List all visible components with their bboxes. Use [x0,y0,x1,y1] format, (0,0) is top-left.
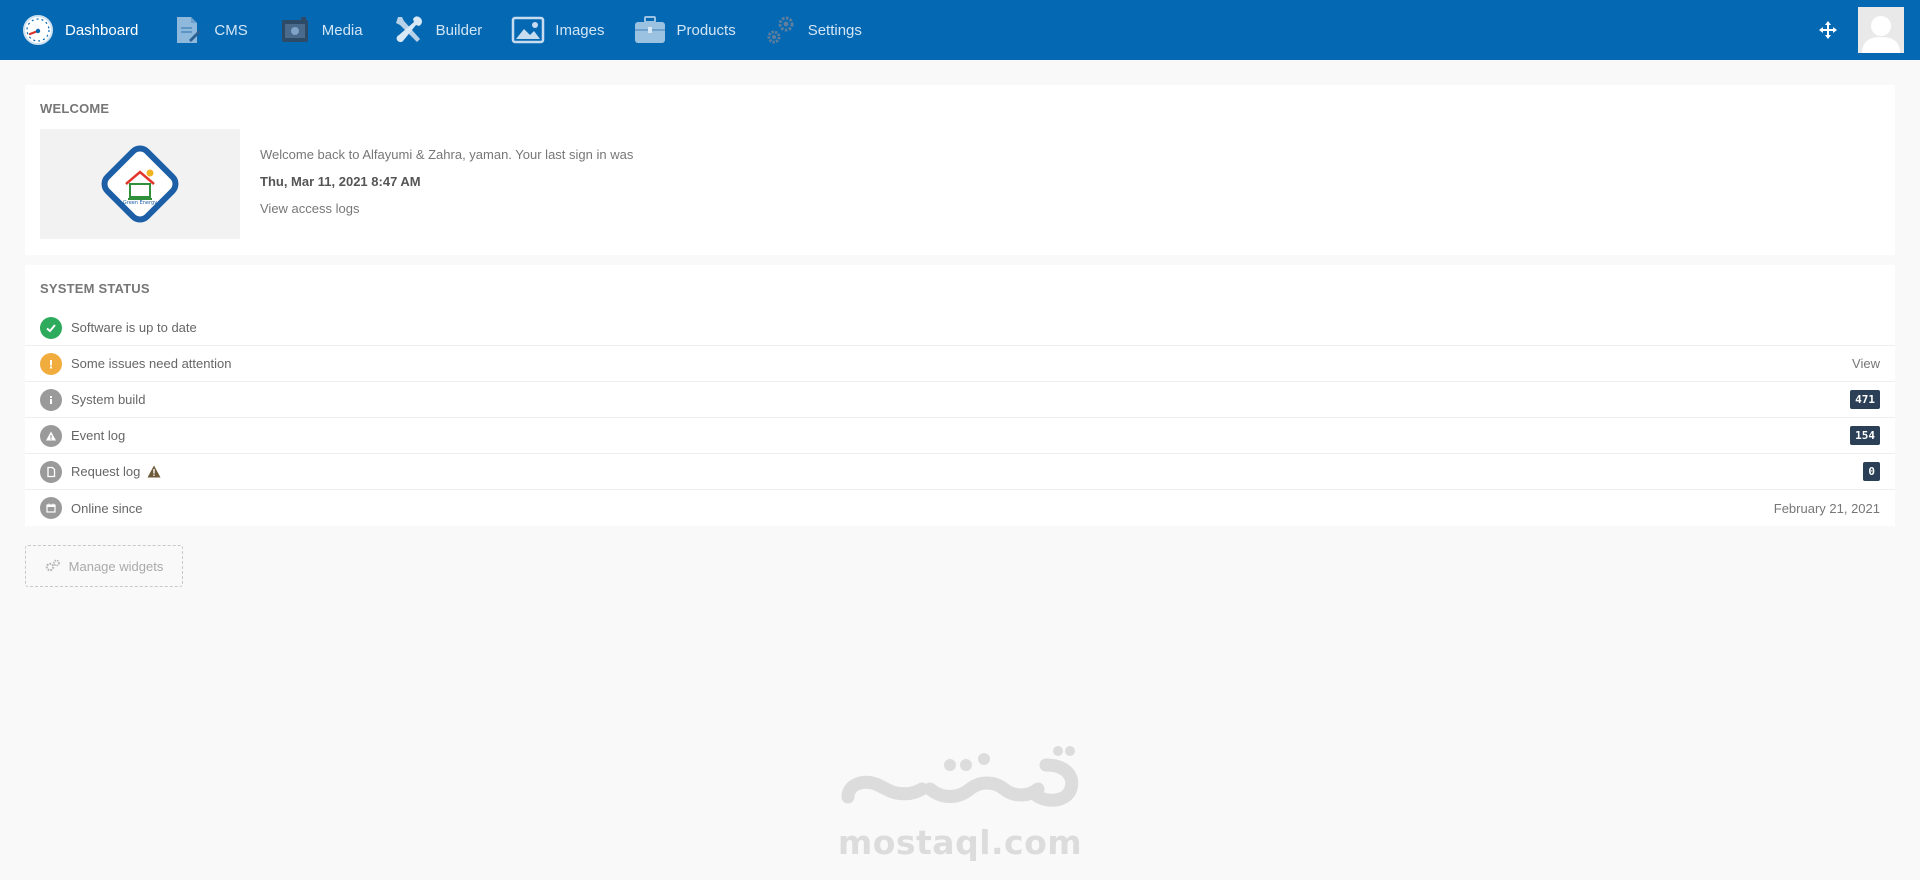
nav-item-media[interactable]: Media [277,0,363,60]
status-label: Online since [71,500,143,516]
status-row-build: System build 471 [25,382,1895,418]
company-logo: Green Energy [40,129,240,239]
status-label: Software is up to date [71,320,197,335]
image-icon [510,12,546,48]
locate-button[interactable] [1808,10,1848,50]
file-circle-icon [40,460,62,483]
system-build-badge: 471 [1850,390,1880,409]
builder-tools-icon [391,12,427,48]
panel-title: WELCOME [40,101,110,116]
event-log-badge: 154 [1850,426,1880,445]
status-label: Event log [71,428,126,443]
online-since-date: February 21, 2021 [1773,500,1880,516]
info-circle-icon [40,388,62,411]
status-label: System build [71,392,146,407]
warning-triangle-icon [147,465,161,478]
system-status-panel: SYSTEM STATUS Software is up to date Som… [25,265,1895,526]
nav-right-tools [1808,0,1920,60]
crosshair-icon [1818,20,1838,40]
welcome-text: Welcome back to Alfayumi & Zahra, yaman.… [260,147,633,216]
cms-document-icon [169,12,205,48]
nav-item-label: Dashboard [65,21,139,39]
green-energy-logo: Green Energy [101,145,179,223]
cogs-icon [45,559,61,573]
nav-item-dashboard[interactable]: Dashboard [20,0,138,60]
nav-item-label: CMS [214,21,248,39]
nav-item-settings[interactable]: Settings [763,0,862,60]
top-navigation: Dashboard CMS Media Builder Images Produ… [0,0,1920,60]
nav-item-cms[interactable]: CMS [169,0,248,60]
nav-item-builder[interactable]: Builder [391,0,483,60]
gears-icon [763,12,799,48]
welcome-panel: WELCOME Green Energy Welcome back to Alf… [25,85,1895,255]
nav-item-products[interactable]: Products [632,0,736,60]
status-row-issues: Some issues need attention View [25,346,1895,382]
status-label: Some issues need attention [71,356,232,371]
exclamation-circle-icon [40,352,62,375]
panel-title: SYSTEM STATUS [40,281,150,296]
nav-item-label: Builder [435,21,483,39]
view-issues-link[interactable]: View [1852,356,1880,371]
request-log-badge: 0 [1863,462,1880,481]
user-avatar-icon [1859,11,1903,53]
welcome-message: Welcome back to Alfayumi & Zahra, yaman.… [260,147,634,162]
nav-item-images[interactable]: Images [510,0,605,60]
status-row-request-log[interactable]: Request log 0 [25,454,1895,490]
dashboard-gauge-icon [20,12,56,48]
status-row-online-since: Online since February 21, 2021 [25,490,1895,526]
nav-item-label: Media [321,21,363,39]
status-row-software: Software is up to date [25,310,1895,346]
media-folder-icon [277,12,313,48]
mostaql-arabic-logo [841,746,1079,807]
watermark-text: mostaql.com [837,823,1083,862]
view-access-logs-link[interactable]: View access logs [260,201,633,216]
nav-item-label: Images [555,21,605,39]
nav-item-label: Products [676,21,736,39]
user-avatar[interactable] [1858,7,1904,53]
nav-item-label: Settings [807,21,862,39]
status-row-event-log[interactable]: Event log 154 [25,418,1895,454]
logo-caption: Green Energy [123,200,157,206]
calendar-circle-icon [40,497,62,519]
status-list: Software is up to date Some issues need … [25,310,1895,526]
warning-circle-icon [40,424,62,447]
last-sign-in-date: Thu, Mar 11, 2021 8:47 AM [260,174,421,189]
mostaql-watermark: mostaql.com [830,745,1090,865]
manage-widgets-button[interactable]: Manage widgets [25,545,183,587]
manage-widgets-label: Manage widgets [68,558,164,574]
status-label: Request log [71,464,141,479]
briefcase-icon [632,12,668,48]
check-circle-icon [40,316,62,339]
